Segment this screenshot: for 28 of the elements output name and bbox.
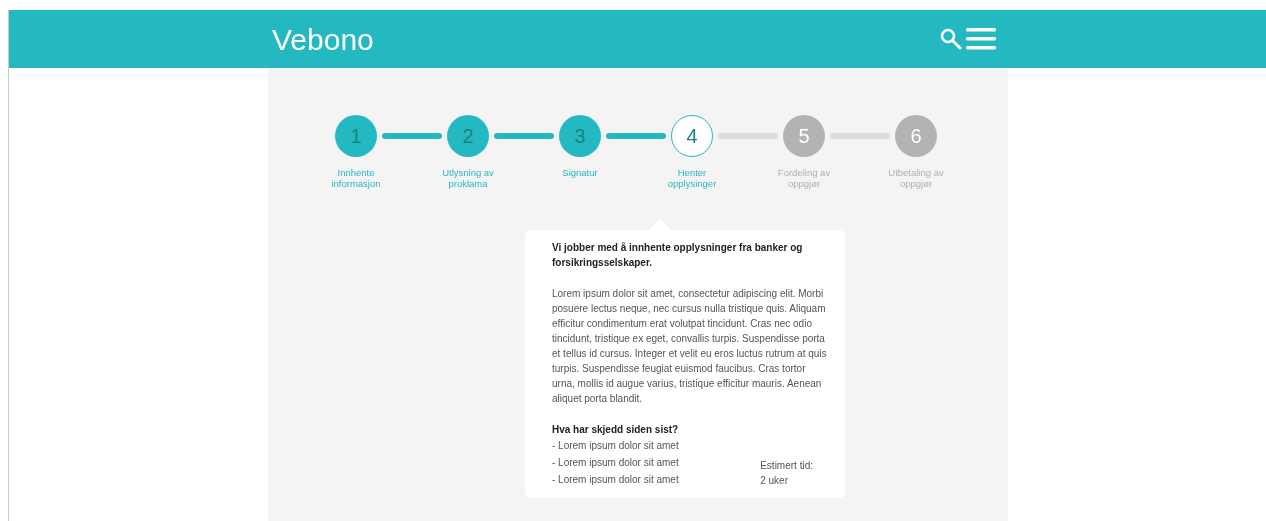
- card-body-text: Lorem ipsum dolor sit amet, consectetur adipiscing elit. Morbi posuere lectus neque, nec cursus nulla tristique quis. Aliquam efficitur condimentum erat volutpat tincidunt. Cras nec odio tincidunt, tristique ex eget, convallis turpis. Suspendisse porta et tellus id cursus. Integer et velit eu eros luctus rutrum at quis turpis. Suspendisse feugiat euismod faucibus. Cras tortor urna, mollis id augue varius, tristique efficitur mauris. Aenean aliquet porta blandit.: [552, 287, 828, 406]
- card-title: Vi jobber med å innhente opplysninger fra banker og forsikringsselskaper.: [552, 241, 804, 270]
- update-item: - Lorem ipsum dolor sit amet: [552, 456, 679, 470]
- step-label: Innhente informasjon: [330, 167, 382, 189]
- step-label: Henter opplysinger: [666, 167, 718, 189]
- step-circle[interactable]: 2: [447, 115, 489, 157]
- step-connector: [606, 133, 666, 139]
- update-item: - Lorem ipsum dolor sit amet: [552, 439, 679, 453]
- step-label: Utbetaling av oppgjør: [887, 167, 945, 189]
- menu-icon[interactable]: [966, 27, 996, 51]
- step-connector: [382, 133, 442, 139]
- step-connector: [494, 133, 554, 139]
- step-circle[interactable]: 5: [783, 115, 825, 157]
- step-circle[interactable]: 4: [671, 115, 713, 157]
- logo[interactable]: Vebono: [272, 16, 374, 62]
- step-label: Signatur: [562, 167, 598, 180]
- step-circle[interactable]: 3: [559, 115, 601, 157]
- estimate-value: 2 uker: [760, 474, 789, 488]
- search-icon[interactable]: [940, 28, 962, 50]
- estimate-label: Estimert tid:: [760, 459, 813, 473]
- step-connector: [830, 133, 890, 139]
- update-item: - Lorem ipsum dolor sit amet: [552, 473, 679, 487]
- step-circle[interactable]: 1: [335, 115, 377, 157]
- step-circle[interactable]: 6: [895, 115, 937, 157]
- updates-heading: Hva har skjedd siden sist?: [552, 423, 680, 437]
- step-label: Utlysning av proklama: [441, 167, 495, 189]
- step-label: Fordeling av oppgjør: [776, 167, 832, 189]
- step-connector: [718, 133, 778, 139]
